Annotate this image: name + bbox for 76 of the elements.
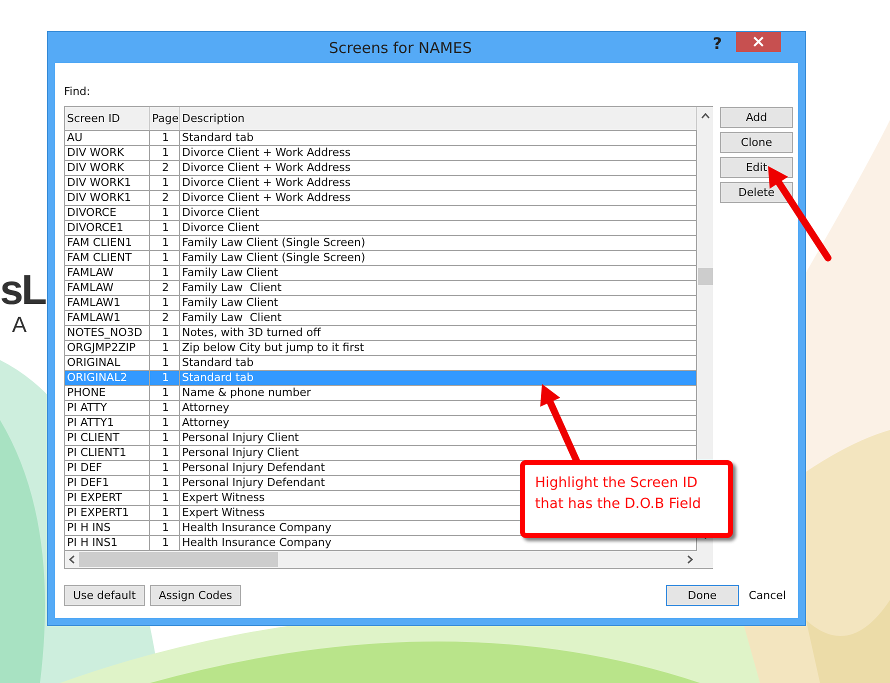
- action-button[interactable]: Add: [720, 107, 793, 128]
- table-cell[interactable]: 1: [150, 206, 180, 220]
- table-cell[interactable]: 1: [150, 536, 180, 550]
- table-cell[interactable]: PI H INS1: [65, 536, 150, 550]
- table-cell[interactable]: PHONE: [65, 386, 150, 400]
- table-cell[interactable]: PI CLIENT: [65, 431, 150, 445]
- table-cell[interactable]: 1: [150, 386, 180, 400]
- done-button[interactable]: Done: [666, 585, 739, 606]
- table-cell[interactable]: PI ATTY: [65, 401, 150, 415]
- table-cell[interactable]: 1: [150, 476, 180, 490]
- action-button[interactable]: Edit: [720, 157, 793, 178]
- table-cell[interactable]: 1: [150, 251, 180, 265]
- table-cell[interactable]: 1: [150, 506, 180, 520]
- table-cell[interactable]: 1: [150, 356, 180, 370]
- scroll-up-icon[interactable]: [700, 113, 710, 119]
- table-cell[interactable]: 1: [150, 446, 180, 460]
- table-cell[interactable]: 1: [150, 416, 180, 430]
- close-button[interactable]: ×: [736, 32, 781, 52]
- horizontal-scrollbar[interactable]: [65, 551, 697, 568]
- table-cell[interactable]: NOTES_NO3D: [65, 326, 150, 340]
- table-cell[interactable]: 2: [150, 161, 180, 175]
- table-cell[interactable]: 1: [150, 521, 180, 535]
- callout-tooltip: Highlight the Screen ID that has the D.O.B Field: [520, 460, 733, 538]
- table-cell[interactable]: PI EXPERT1: [65, 506, 150, 520]
- table-cell[interactable]: DIV WORK1: [65, 191, 150, 205]
- table-cell[interactable]: 2: [150, 281, 180, 295]
- scroll-right-icon[interactable]: [687, 555, 693, 564]
- table-cell[interactable]: DIV WORK: [65, 161, 150, 175]
- table-cell[interactable]: PI CLIENT1: [65, 446, 150, 460]
- table-cell[interactable]: 1: [150, 326, 180, 340]
- scrollbar-thumb[interactable]: [698, 268, 712, 284]
- window-title: Screens for NAMES: [328, 38, 473, 56]
- table-cell[interactable]: ORGJMP2ZIP: [65, 341, 150, 355]
- find-label: Find:: [64, 85, 90, 98]
- footer-button[interactable]: Use default: [64, 585, 145, 606]
- table-cell[interactable]: PI EXPERT: [65, 491, 150, 505]
- table-cell[interactable]: PI DEF1: [65, 476, 150, 490]
- scrollbar-thumb[interactable]: [79, 552, 278, 567]
- table-cell[interactable]: PI H INS: [65, 521, 150, 535]
- table-cell[interactable]: 1: [150, 461, 180, 475]
- table-cell[interactable]: FAMLAW: [65, 266, 150, 280]
- column-header[interactable]: Page: [150, 107, 180, 130]
- table-cell[interactable]: 1: [150, 236, 180, 250]
- logo-text: A: [12, 312, 27, 338]
- table-cell[interactable]: 1: [150, 266, 180, 280]
- table-cell[interactable]: 1: [150, 131, 180, 145]
- help-button[interactable]: ?: [712, 34, 722, 53]
- table-cell[interactable]: 1: [150, 491, 180, 505]
- table-cell[interactable]: DIV WORK1: [65, 176, 150, 190]
- scroll-left-icon[interactable]: [69, 555, 75, 564]
- table-cell[interactable]: 1: [150, 341, 180, 355]
- table-cell[interactable]: 1: [150, 296, 180, 310]
- column-header[interactable]: Screen ID: [65, 107, 150, 130]
- footer-button[interactable]: Assign Codes: [150, 585, 242, 606]
- cancel-button[interactable]: Cancel: [746, 589, 788, 602]
- table-cell[interactable]: 1: [150, 401, 180, 415]
- table-cell[interactable]: PI DEF: [65, 461, 150, 475]
- table-cell[interactable]: 1: [150, 221, 180, 235]
- table-cell[interactable]: FAMLAW1: [65, 296, 150, 310]
- table-cell[interactable]: PI ATTY1: [65, 416, 150, 430]
- table-cell[interactable]: FAM CLIEN1: [65, 236, 150, 250]
- table-cell[interactable]: 1: [150, 431, 180, 445]
- action-button[interactable]: Clone: [720, 132, 793, 153]
- table-cell[interactable]: 2: [150, 311, 180, 325]
- table-cell[interactable]: FAM CLIENT: [65, 251, 150, 265]
- table-cell[interactable]: AU: [65, 131, 150, 145]
- logo-text: sL: [0, 266, 46, 314]
- table-cell[interactable]: DIVORCE: [65, 206, 150, 220]
- table-cell[interactable]: 2: [150, 191, 180, 205]
- table-cell[interactable]: ORIGINAL: [65, 356, 150, 370]
- table-cell[interactable]: 1: [150, 176, 180, 190]
- table-cell[interactable]: FAMLAW1: [65, 311, 150, 325]
- table-cell[interactable]: 1: [150, 146, 180, 160]
- table-cell[interactable]: DIVORCE1: [65, 221, 150, 235]
- table-cell[interactable]: DIV WORK: [65, 146, 150, 160]
- table-cell[interactable]: FAMLAW: [65, 281, 150, 295]
